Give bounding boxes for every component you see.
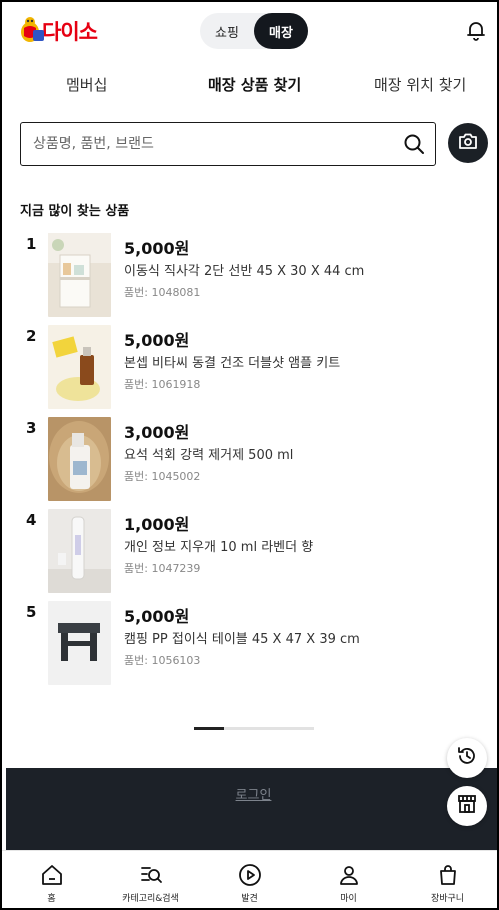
shop-store-toggle[interactable]: 쇼핑 매장 <box>200 13 308 49</box>
nav-label: 카테고리&검색 <box>122 894 179 904</box>
bottom-navigation: 홈 카테고리&검색 발견 마이 장바구니 <box>2 850 497 908</box>
category-search-icon <box>139 863 163 887</box>
search-input[interactable] <box>33 123 393 165</box>
nav-label: 홈 <box>47 894 56 904</box>
product-code: 품번: 1047239 <box>124 562 201 575</box>
product-rank: 2 <box>26 327 37 345</box>
product-thumbnail[interactable] <box>48 601 111 685</box>
product-price: 5,000원 <box>124 331 190 350</box>
history-icon <box>456 745 478 771</box>
nav-label: 발견 <box>241 894 258 904</box>
tab-store-product-search[interactable]: 매장 상품 찾기 <box>208 74 301 95</box>
product-code: 품번: 1048081 <box>124 286 201 299</box>
product-name: 본셉 비타씨 동결 건조 더블샷 앰플 키트 <box>124 356 341 371</box>
store-button[interactable] <box>447 786 487 826</box>
nav-cart[interactable]: 장바구니 <box>398 851 497 908</box>
nav-label: 마이 <box>340 894 357 904</box>
product-item-3[interactable]: 3 3,000원 요석 석회 강력 제거제 500 ml 품번: 1045002 <box>2 417 497 501</box>
product-item-2[interactable]: 2 5,000원 본셉 비타씨 동결 건조 더블샷 앰플 키트 품번: 1061… <box>2 325 497 409</box>
search-icon[interactable] <box>403 133 425 155</box>
nav-my[interactable]: 마이 <box>299 851 398 908</box>
product-price: 3,000원 <box>124 423 190 442</box>
product-thumbnail[interactable] <box>48 509 111 593</box>
product-price: 1,000원 <box>124 515 190 534</box>
product-rank: 4 <box>26 511 37 529</box>
nav-category-search[interactable]: 카테고리&검색 <box>101 851 200 908</box>
product-thumbnail[interactable] <box>48 417 111 501</box>
tab-bar: 멤버십 매장 상품 찾기 매장 위치 찾기 <box>2 64 497 104</box>
product-rank: 5 <box>26 603 37 621</box>
carousel-pager <box>194 727 314 730</box>
pager-indicator <box>194 727 224 730</box>
login-link[interactable]: 로그인 <box>6 784 497 803</box>
nav-home[interactable]: 홈 <box>2 851 101 908</box>
home-icon <box>40 863 64 887</box>
product-item-4[interactable]: 4 1,000원 개인 정보 지우개 10 ml 라벤더 향 품번: 10472… <box>2 509 497 593</box>
product-rank: 1 <box>26 235 37 253</box>
tab-store-location[interactable]: 매장 위치 찾기 <box>374 74 466 95</box>
product-code: 품번: 1056103 <box>124 654 201 667</box>
product-price: 5,000원 <box>124 607 190 626</box>
product-price: 5,000원 <box>124 239 190 258</box>
product-rank: 3 <box>26 419 37 437</box>
logo-text: 다이소 <box>42 20 98 44</box>
toggle-shopping[interactable]: 쇼핑 <box>200 13 254 49</box>
nav-discover[interactable]: 발견 <box>200 851 299 908</box>
product-name: 요석 석회 강력 제거제 500 ml <box>124 448 294 463</box>
product-name: 개인 정보 지우개 10 ml 라벤더 향 <box>124 540 314 555</box>
search-box <box>20 122 436 166</box>
toggle-store[interactable]: 매장 <box>254 13 308 49</box>
product-name: 이동식 직사각 2단 선반 45 X 30 X 44 cm <box>124 264 365 279</box>
daiso-logo[interactable]: 다이소 <box>20 10 98 46</box>
product-thumbnail[interactable] <box>48 233 111 317</box>
store-icon <box>456 793 478 819</box>
user-icon <box>337 863 361 887</box>
tab-membership[interactable]: 멤버십 <box>66 74 107 95</box>
product-name: 캠핑 PP 접이식 테이블 45 X 47 X 39 cm <box>124 632 360 647</box>
product-item-1[interactable]: 1 5,000원 이동식 직사각 2단 선반 45 X 30 X 44 cm 품… <box>2 233 497 317</box>
product-thumbnail[interactable] <box>48 325 111 409</box>
product-code: 품번: 1061918 <box>124 378 201 391</box>
recent-view-button[interactable] <box>447 738 487 778</box>
camera-search-button[interactable] <box>448 123 488 163</box>
popular-products-title: 지금 많이 찾는 상품 <box>20 204 130 219</box>
app-frame: 다이소 쇼핑 매장 멤버십 매장 상품 찾기 매장 위치 찾기 상품명, 품번,… <box>0 0 499 910</box>
camera-icon <box>458 132 478 154</box>
product-code: 품번: 1045002 <box>124 470 201 483</box>
nav-label: 장바구니 <box>430 894 465 904</box>
bag-icon <box>436 863 460 887</box>
login-footer: 로그인 <box>6 768 497 850</box>
bell-icon[interactable] <box>464 18 488 42</box>
product-item-5[interactable]: 5 5,000원 캠핑 PP 접이식 테이블 45 X 47 X 39 cm 품… <box>2 601 497 685</box>
play-icon <box>238 863 262 887</box>
logo-character-icon <box>20 14 46 42</box>
header: 다이소 쇼핑 매장 <box>2 2 497 58</box>
